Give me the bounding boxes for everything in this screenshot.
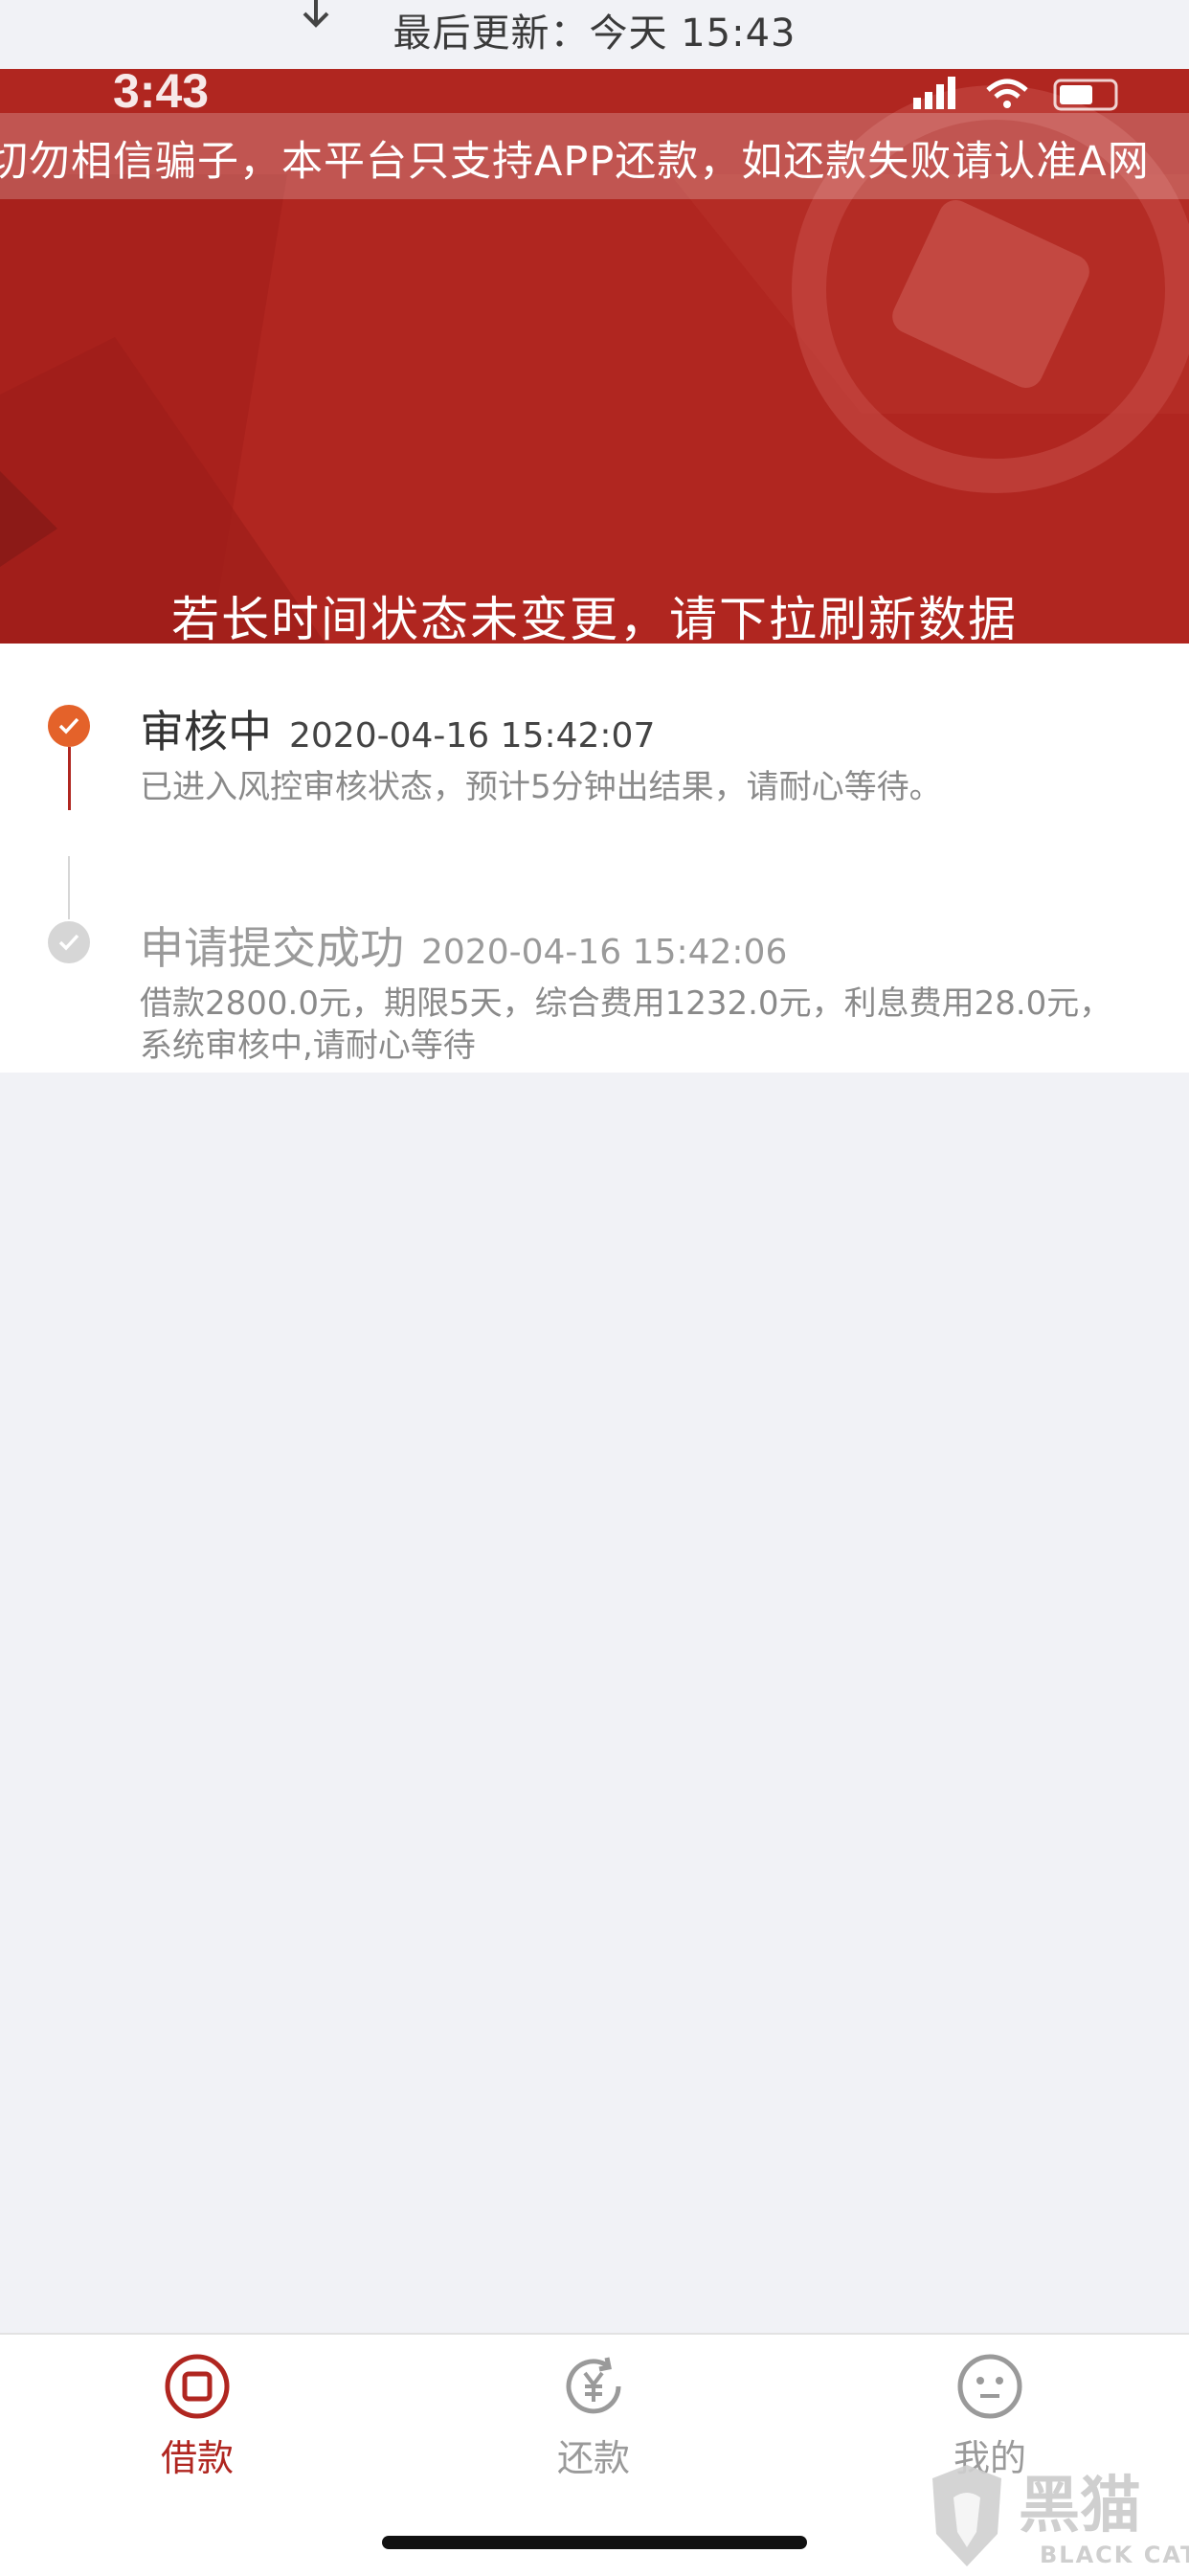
svg-text:黑猫: 黑猫 (1019, 2471, 1141, 2542)
step-active-check-icon (48, 705, 90, 747)
notice-marquee-text: 切勿相信骗子，本平台只支持APP还款，如还款失败请认准A网 (0, 138, 1150, 186)
pull-refresh-bar: 最后更新：今天 15:43 (0, 0, 1189, 69)
refresh-hint: 若长时间状态未变更，请下拉刷新数据 (171, 592, 1018, 644)
status-time: 3:43 (113, 69, 210, 118)
blackcat-watermark-logo: 黑猫 BLACK CAT (932, 2465, 1189, 2568)
repay-yen-icon (566, 2357, 621, 2414)
status-icons (913, 77, 1118, 111)
step-title: 申请提交成功 (140, 922, 404, 974)
timeline-step-reviewing: 审核中 2020-04-16 15:42:07 (140, 697, 655, 760)
step-description: 借款2800.0元，期限5天，综合费用1232.0元，利息费用28.0元，系统审… (140, 984, 1112, 1065)
step-time: 2020-04-16 15:42:06 (421, 933, 788, 972)
step-title: 审核中 (140, 706, 272, 757)
tab-label: 还款 (556, 2437, 630, 2479)
loan-icon (165, 2354, 230, 2419)
timeline-connector-active (68, 747, 71, 810)
timeline-connector (68, 856, 70, 919)
step-done-check-icon (48, 921, 90, 963)
tab-label: 借款 (160, 2437, 234, 2479)
svg-text:BLACK CAT: BLACK CAT (1040, 2542, 1189, 2568)
tab-loan[interactable]: 借款 (101, 2352, 293, 2481)
last-update-text: 最后更新：今天 15:43 (393, 11, 796, 56)
status-timeline: 审核中 2020-04-16 15:42:07 已进入风控审核状态，预计5分钟出结… (0, 644, 1189, 1073)
timeline-step-submitted: 申请提交成功 2020-04-16 15:42:06 (140, 914, 787, 977)
step-description: 已进入风控审核状态，预计5分钟出结果，请耐心等待。 (140, 768, 942, 806)
tab-repay[interactable]: 还款 (498, 2352, 689, 2481)
step-time: 2020-04-16 15:42:07 (289, 716, 656, 756)
header-banner: 3:43 切勿相信骗子，本平台只支持APP还款，如还款失败请认准A网 若长时间状… (0, 69, 1189, 644)
notice-marquee: 切勿相信骗子，本平台只支持APP还款，如还款失败请认准A网 (0, 113, 1189, 199)
profile-face-icon (957, 2354, 1022, 2419)
home-indicator[interactable] (382, 2536, 807, 2549)
